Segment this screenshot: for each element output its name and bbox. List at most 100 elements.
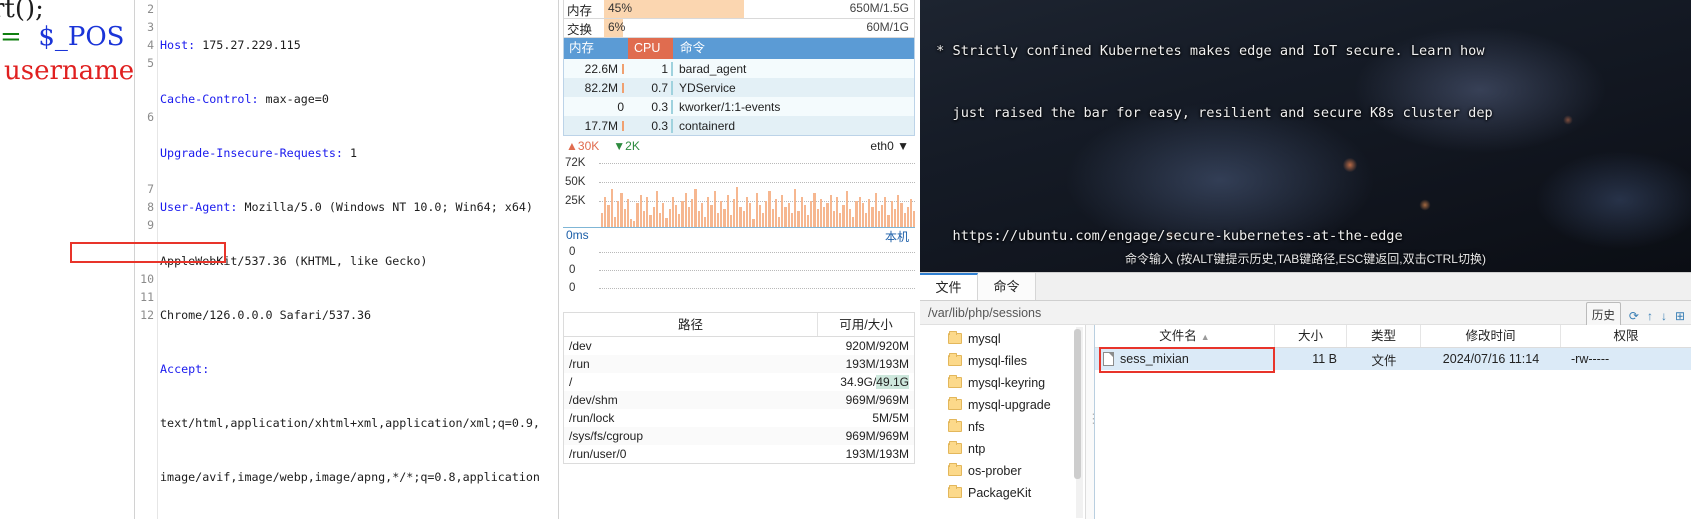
- terminal-line: * Strictly confined Kubernetes makes edg…: [928, 43, 1485, 59]
- file-mtime: 2024/07/16 11:14: [1442, 352, 1540, 366]
- file-browser-body: mysql mysql-files mysql-keyring mysql-up…: [920, 325, 1691, 519]
- column-header-permissions[interactable]: 权限: [1561, 325, 1691, 347]
- file-size: 11 B: [1312, 352, 1337, 366]
- line-number: 6: [147, 110, 154, 124]
- file-permissions: -rw-----: [1571, 352, 1610, 366]
- swap-meter-track: 6% 60M/1G: [604, 19, 914, 37]
- disk-row[interactable]: /sys/fs/cgroup 969M/969M: [564, 427, 914, 445]
- memory-meter-label: 内存: [567, 3, 593, 18]
- network-interface-selector[interactable]: eth0 ▼: [870, 139, 909, 153]
- column-header-filename[interactable]: 文件名 ▲: [1095, 325, 1275, 347]
- line-number: 4: [147, 38, 154, 52]
- terminal-output[interactable]: * Strictly confined Kubernetes makes edg…: [920, 0, 1691, 272]
- disk-row[interactable]: /run 193M/193M: [564, 355, 914, 373]
- tree-item-label: nfs: [968, 420, 985, 434]
- file-type: 文件: [1371, 353, 1397, 368]
- column-header-memory[interactable]: 内存: [564, 38, 628, 59]
- line-number: 8: [147, 200, 154, 214]
- bg-code-line-2: = $_POS: [0, 22, 125, 52]
- bg-code-line-3: username: [4, 56, 135, 86]
- tree-item[interactable]: os-prober: [920, 460, 1085, 482]
- editor-divider: [134, 0, 135, 519]
- line-number: [136, 90, 156, 108]
- swap-meter-percent: 6%: [608, 20, 626, 34]
- file-panel-tabs: 文件 命令: [920, 273, 1691, 301]
- tree-item[interactable]: mysql-upgrade: [920, 394, 1085, 416]
- file-list-header: 文件名 ▲ 大小 类型 修改时间 权限: [1095, 325, 1691, 348]
- line-number: [136, 252, 156, 270]
- path-bar[interactable]: /var/lib/php/sessions 历史 ⟳ ↑ ↓ ⊞: [920, 301, 1691, 330]
- disk-size: 34.9G/49.1G: [840, 375, 909, 389]
- process-command: barad_agent: [679, 61, 747, 76]
- disk-size: 5M/5M: [872, 411, 909, 425]
- request-headers-text[interactable]: Host: 175.27.229.115 Cache-Control: max-…: [160, 0, 560, 519]
- disk-row[interactable]: /run/user/0 193M/193M: [564, 445, 914, 463]
- line-number: 9: [147, 218, 154, 232]
- column-header-size[interactable]: 可用/大小: [818, 313, 914, 336]
- line-number: 3: [147, 20, 154, 34]
- tree-item[interactable]: mysql: [920, 328, 1085, 350]
- disk-path: /run: [569, 357, 590, 371]
- current-path: /var/lib/php/sessions: [928, 306, 1042, 320]
- disk-row[interactable]: /run/lock 5M/5M: [564, 409, 914, 427]
- disk-row[interactable]: / 34.9G/49.1G: [564, 373, 914, 391]
- code-editor-pane: rt(); = $_POS username 2 3 4 5 6 7 8 9 1…: [0, 0, 560, 519]
- column-header-cpu[interactable]: CPU: [628, 38, 673, 59]
- disk-path: /run/lock: [569, 411, 615, 425]
- line-number: 11: [140, 290, 154, 304]
- latency-header: 0ms 本机: [563, 228, 915, 246]
- disk-row[interactable]: /dev/shm 969M/969M: [564, 391, 914, 409]
- process-row[interactable]: 22.6M 1 barad_agent: [564, 59, 914, 78]
- tab-commands[interactable]: 命令: [978, 273, 1036, 300]
- line-number: 7: [147, 182, 154, 196]
- column-header-mtime[interactable]: 修改时间: [1421, 325, 1561, 347]
- gutter-divider: [157, 0, 158, 519]
- tree-item[interactable]: ntp: [920, 438, 1085, 460]
- latency-y-tick: 0: [569, 282, 576, 294]
- line-number: [136, 126, 156, 144]
- column-header-command[interactable]: 命令: [673, 38, 914, 59]
- column-header-path[interactable]: 路径: [564, 313, 818, 336]
- column-header-filetype[interactable]: 类型: [1347, 325, 1421, 347]
- network-y-tick: 72K: [565, 157, 586, 169]
- folder-icon: [948, 353, 962, 366]
- swap-meter-label: 交换: [567, 22, 593, 37]
- disk-row[interactable]: /dev 920M/920M: [564, 337, 914, 355]
- file-list: 文件名 ▲ 大小 类型 修改时间 权限 sess_mixian 11 B 文件 2…: [1094, 325, 1691, 519]
- memory-meter-track: 45% 650M/1.5G: [604, 0, 914, 18]
- line-number: 10: [140, 272, 154, 286]
- column-header-filesize[interactable]: 大小: [1275, 325, 1347, 347]
- panel-splitter[interactable]: [1086, 325, 1100, 519]
- process-row[interactable]: 17.7M 0.3 containerd: [564, 116, 914, 135]
- memory-meter-percent: 45%: [608, 1, 633, 15]
- tree-item[interactable]: mysql-files: [920, 350, 1085, 372]
- terminal-input-hint: 命令输入 (按ALT键提示历史,TAB键路径,ESC键返回,双击CTRL切换): [1125, 252, 1486, 266]
- process-command: kworker/1:1-events: [679, 99, 781, 114]
- tab-files[interactable]: 文件: [920, 273, 978, 300]
- process-cpu: 0.3: [628, 99, 673, 114]
- tree-item[interactable]: mysql-keyring: [920, 372, 1085, 394]
- disk-path: /run/user/0: [569, 447, 627, 461]
- system-monitor-pane: 内存 45% 650M/1.5G 交换 6% 60M/1G 内存 CPU 命令 …: [560, 0, 920, 519]
- sort-asc-icon: ▲: [1200, 332, 1210, 342]
- process-row[interactable]: 82.2M 0.7 YDService: [564, 78, 914, 97]
- process-row[interactable]: 0 0.3 kworker/1:1-events: [564, 97, 914, 116]
- disk-path: /: [569, 375, 573, 389]
- tree-item[interactable]: PackageKit: [920, 482, 1085, 504]
- line-number: [136, 162, 156, 180]
- disk-path: /dev/shm: [569, 393, 618, 407]
- tree-item[interactable]: nfs: [920, 416, 1085, 438]
- directory-tree[interactable]: mysql mysql-files mysql-keyring mysql-up…: [920, 325, 1086, 519]
- tree-scrollbar[interactable]: [1074, 327, 1083, 518]
- process-cpu: 0.7: [628, 80, 673, 95]
- header-line: Host: 175.27.229.115: [160, 38, 301, 52]
- terminal-line: https://ubuntu.com/engage/secure-kuberne…: [928, 227, 1403, 244]
- tree-scrollbar-thumb[interactable]: [1074, 329, 1081, 479]
- process-table: 内存 CPU 命令 22.6M 1 barad_agent 82.2M 0.7 …: [563, 38, 915, 136]
- file-row[interactable]: sess_mixian 11 B 文件 2024/07/16 11:14 -rw…: [1095, 348, 1691, 370]
- folder-icon: [948, 419, 962, 432]
- disk-path: /dev: [569, 339, 592, 353]
- network-y-tick: 25K: [565, 195, 586, 207]
- line-number: 5: [147, 56, 154, 70]
